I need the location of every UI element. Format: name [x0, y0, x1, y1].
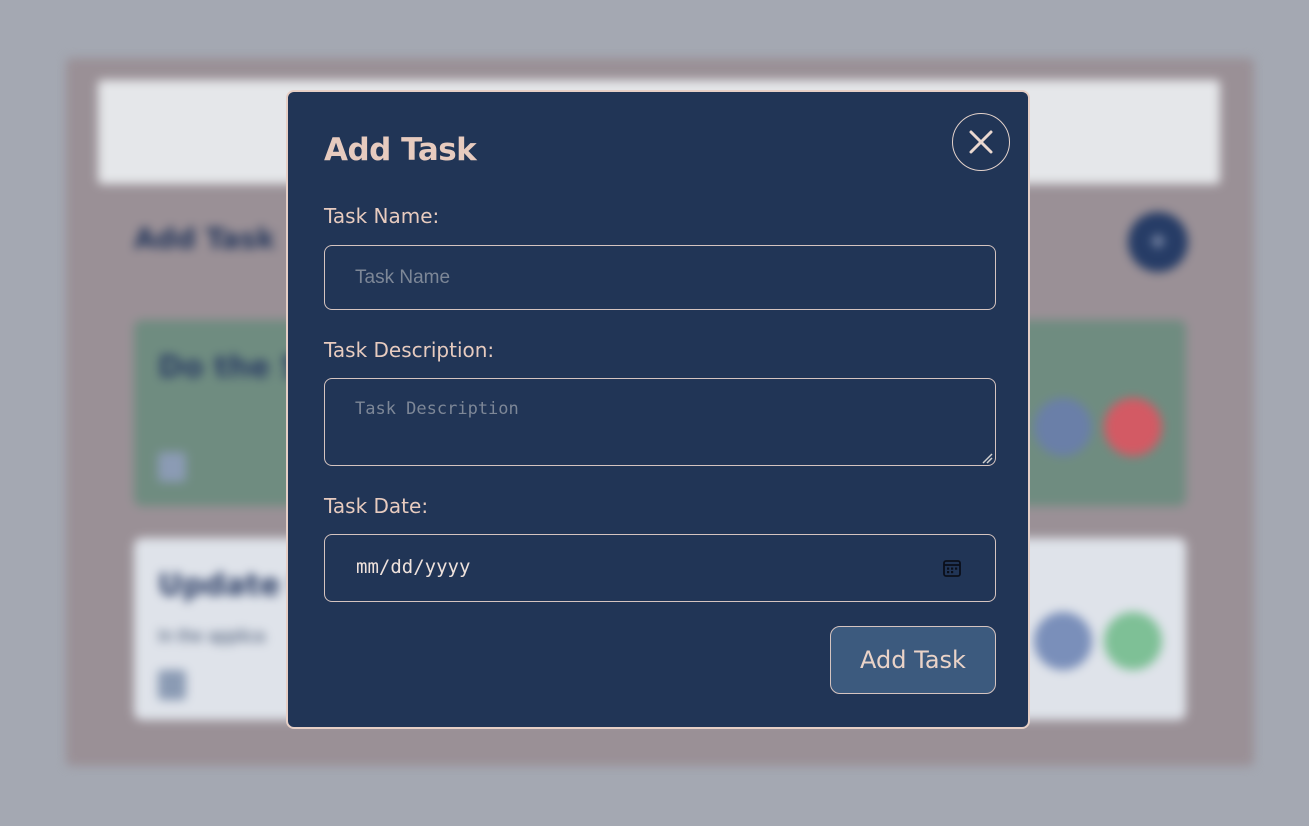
resize-handle-icon[interactable]: [981, 452, 993, 464]
task-description-label: Task Description:: [324, 338, 495, 362]
complete-task-button: [1104, 612, 1162, 670]
task-description-input[interactable]: [324, 378, 996, 466]
calendar-icon[interactable]: [942, 558, 962, 578]
close-icon: [969, 130, 993, 154]
task-card-title: Update t: [158, 568, 306, 603]
add-task-modal: Add Task Task Name: Task Description: Ta…: [286, 90, 1030, 729]
task-date-input[interactable]: mm/dd/yyyy: [324, 534, 996, 602]
edit-task-button: [1034, 612, 1092, 670]
calendar-icon: [158, 452, 186, 482]
close-modal-button[interactable]: [952, 113, 1010, 171]
date-placeholder: mm/dd/yyyy: [356, 556, 471, 578]
edit-task-button: [1034, 398, 1092, 456]
open-add-task-button: +: [1128, 212, 1188, 272]
task-date-label: Task Date:: [324, 494, 429, 518]
add-task-submit-button[interactable]: Add Task: [830, 626, 996, 694]
task-card-title: Do the S: [158, 350, 303, 385]
delete-task-button: [1104, 398, 1162, 456]
board-section-title: Add Task: [134, 222, 276, 255]
calendar-icon: [158, 670, 186, 700]
task-name-input[interactable]: [324, 245, 996, 310]
task-card-description: In the applica: [158, 626, 266, 646]
modal-title: Add Task: [324, 132, 477, 168]
task-name-label: Task Name:: [324, 204, 440, 228]
